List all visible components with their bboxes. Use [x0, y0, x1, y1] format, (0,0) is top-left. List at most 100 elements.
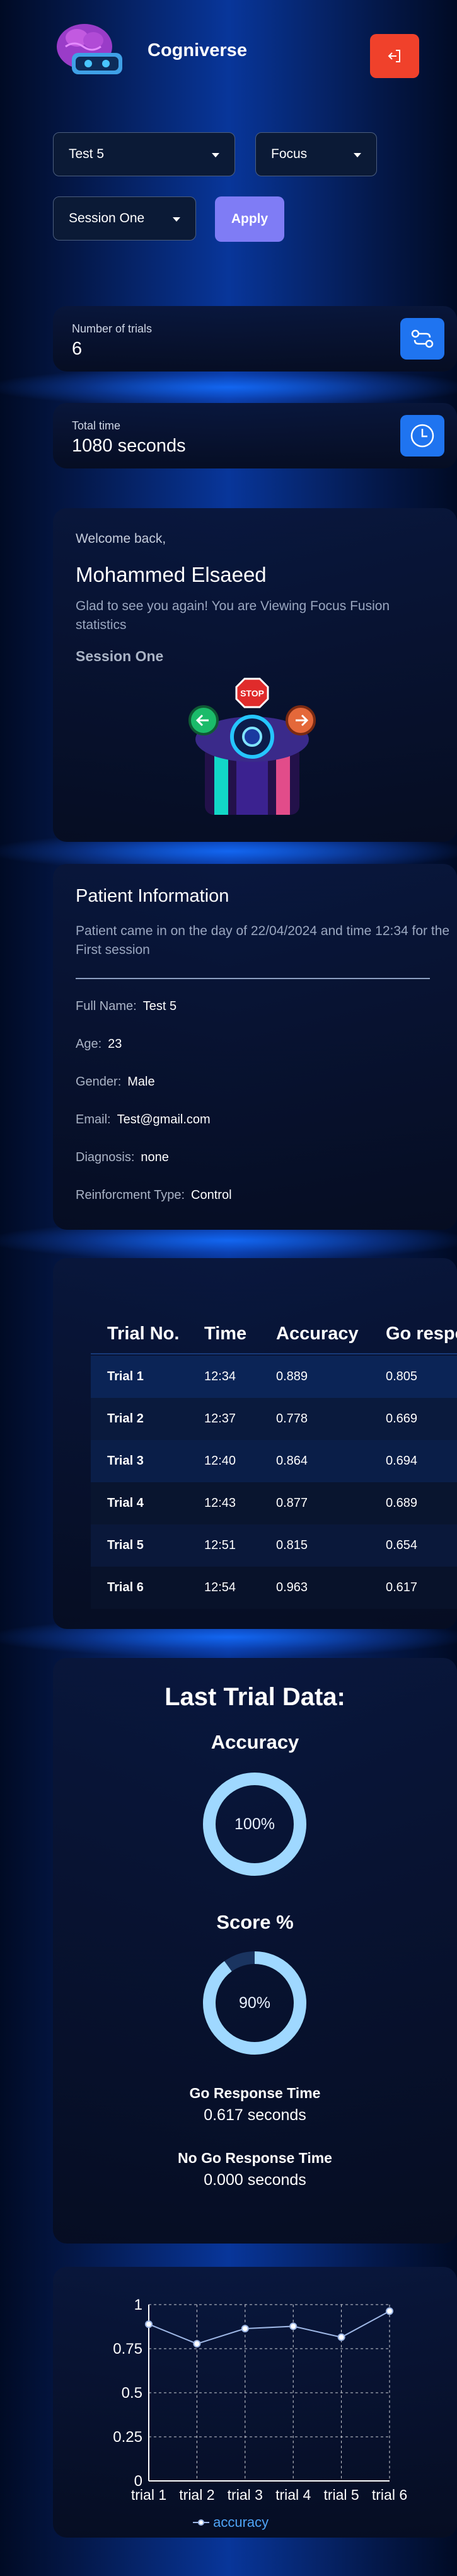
accuracy-line-chart: 00.250.50.751trial 1 trial 2 trial 3 trial …	[113, 2296, 407, 2503]
table-cell: Trial 5	[107, 1538, 144, 1552]
apply-button[interactable]: Apply	[215, 196, 284, 242]
table-row: Trial 2 12:37 0.778 0.669	[91, 1398, 457, 1440]
field-label: Diagnosis:	[76, 1150, 135, 1164]
patient-info-card: Patient Information Patient came in on t…	[53, 864, 457, 1230]
user-name: Mohammed Elsaeed	[76, 563, 267, 586]
table-row: Trial 4 12:43 0.877 0.689	[91, 1482, 457, 1524]
nogo-response-value: 0.000 seconds	[204, 2171, 306, 2189]
data-point	[145, 2320, 153, 2329]
table-cell: 12:54	[204, 1580, 236, 1594]
chevron-down-icon	[173, 217, 180, 222]
table-cell: 0.617	[386, 1580, 418, 1594]
data-point	[386, 2307, 393, 2315]
go-response-label: Go Response Time	[189, 2085, 321, 2101]
table-cell: 0.889	[276, 1370, 308, 1383]
table-row: Trial 5 12:51 0.815 0.654	[91, 1524, 457, 1567]
patient-field-email: Email: Test@gmail.com	[76, 1113, 211, 1127]
go-response-value: 0.617 seconds	[204, 2106, 306, 2124]
legend-label: accuracy	[213, 2514, 269, 2530]
y-tick-label: 0.75	[113, 2341, 142, 2358]
field-value: Test 5	[142, 999, 177, 1013]
table-cell: Trial 3	[107, 1454, 144, 1468]
mode-select-value: Focus	[271, 147, 308, 161]
series-line	[148, 2310, 390, 2345]
field-value: none	[141, 1150, 169, 1164]
svg-text:STOP: STOP	[240, 688, 264, 698]
total-time-card: Total time 1080 seconds	[53, 403, 457, 468]
table-row: Trial 1 12:34 0.889 0.805	[91, 1356, 457, 1398]
patient-select-value: Test 5	[69, 147, 105, 161]
x-tick-label: trial 6	[372, 2487, 407, 2503]
last-trial-card: Last Trial Data: Accuracy 100% Score % 9…	[53, 1658, 457, 2244]
logout-icon	[388, 50, 400, 62]
chevron-down-icon	[212, 153, 219, 157]
trials-icon	[400, 318, 444, 360]
table-cell: 12:34	[204, 1370, 236, 1383]
column-header: Accuracy	[276, 1324, 359, 1344]
game-device-illustration: STOP	[188, 678, 316, 815]
brain-logo-icon	[57, 24, 122, 74]
welcome-card: Welcome back, Mohammed Elsaeed Glad to s…	[53, 508, 457, 842]
patient-field-diagnosis: Diagnosis: none	[76, 1150, 169, 1165]
field-label: Full Name:	[76, 999, 137, 1013]
field-label: Gender:	[76, 1075, 122, 1089]
score-value: 90%	[238, 1994, 271, 2012]
table-cell: 0.694	[386, 1454, 418, 1468]
table-cell: 0.805	[386, 1370, 418, 1383]
stat-value: 6	[72, 339, 83, 359]
patient-field-age: Age: 23	[76, 1037, 122, 1052]
column-header: Go response	[386, 1324, 457, 1344]
stat-value: 1080 seconds	[72, 436, 186, 456]
table-row: Trial 6 12:54 0.963 0.617	[91, 1567, 457, 1609]
session-select-value: Session One	[69, 211, 145, 225]
data-point	[289, 2322, 298, 2330]
x-tick-label: trial 5	[323, 2487, 359, 2503]
patient-field-reinforcement: Reinforcment Type: Control	[76, 1188, 232, 1203]
field-label: Age:	[76, 1037, 102, 1051]
table-cell: 0.963	[276, 1580, 308, 1594]
y-tick-label: 1	[134, 2296, 142, 2313]
x-tick-label: trial 1	[131, 2487, 166, 2503]
column-header: Trial No.	[107, 1324, 180, 1344]
field-value: Male	[127, 1075, 155, 1089]
patient-info-title: Patient Information	[76, 886, 229, 906]
y-tick-label: 0.5	[122, 2385, 142, 2402]
data-point	[193, 2340, 201, 2348]
field-value: Control	[191, 1188, 232, 1202]
data-point	[337, 2333, 345, 2341]
clock-icon	[400, 415, 444, 457]
accuracy-chart-card: 0 0.25 0.5 0.75 1 trial 1 trial 2 trial 3 trial …	[53, 2267, 457, 2538]
field-value: 23	[108, 1037, 122, 1051]
field-label: Reinforcment Type:	[76, 1188, 185, 1202]
mode-select[interactable]: Focus	[255, 132, 377, 176]
x-tick-label: trial 3	[228, 2487, 263, 2503]
accuracy-value: 100%	[234, 1815, 275, 1833]
divider	[76, 978, 430, 979]
nogo-response-label: No Go Response Time	[178, 2150, 332, 2166]
session-select[interactable]: Session One	[53, 196, 196, 241]
table-cell: 12:40	[204, 1454, 236, 1468]
patient-info-subtitle: Patient came in on the day of 22/04/2024…	[76, 924, 450, 957]
score-title: Score %	[216, 1911, 294, 1933]
column-header: Time	[204, 1324, 247, 1344]
table-cell: 0.877	[276, 1496, 308, 1510]
field-label: Email:	[76, 1113, 111, 1126]
y-tick-label: 0.25	[113, 2429, 142, 2446]
app-title: Cogniverse	[148, 40, 247, 60]
table-cell: 0.669	[386, 1412, 418, 1426]
trials-table-card: Trial No. Time Accuracy Go response Tria…	[53, 1258, 457, 1629]
table-cell: 0.864	[276, 1454, 308, 1468]
logout-button[interactable]	[370, 34, 419, 78]
patient-field-name: Full Name: Test 5	[76, 999, 176, 1014]
stat-label: Total time	[72, 419, 121, 432]
welcome-session: Session One	[76, 648, 164, 664]
table-cell: 12:43	[204, 1496, 236, 1510]
accuracy-title: Accuracy	[211, 1731, 299, 1753]
patient-select[interactable]: Test 5	[53, 132, 235, 176]
welcome-greeting: Welcome back,	[76, 531, 166, 546]
table-cell: 12:37	[204, 1412, 236, 1426]
field-value: Test@gmail.com	[117, 1113, 211, 1126]
table-cell: Trial 2	[107, 1412, 144, 1426]
patient-field-gender: Gender: Male	[76, 1075, 155, 1089]
trials-count-card: Number of trials 6	[53, 306, 457, 372]
